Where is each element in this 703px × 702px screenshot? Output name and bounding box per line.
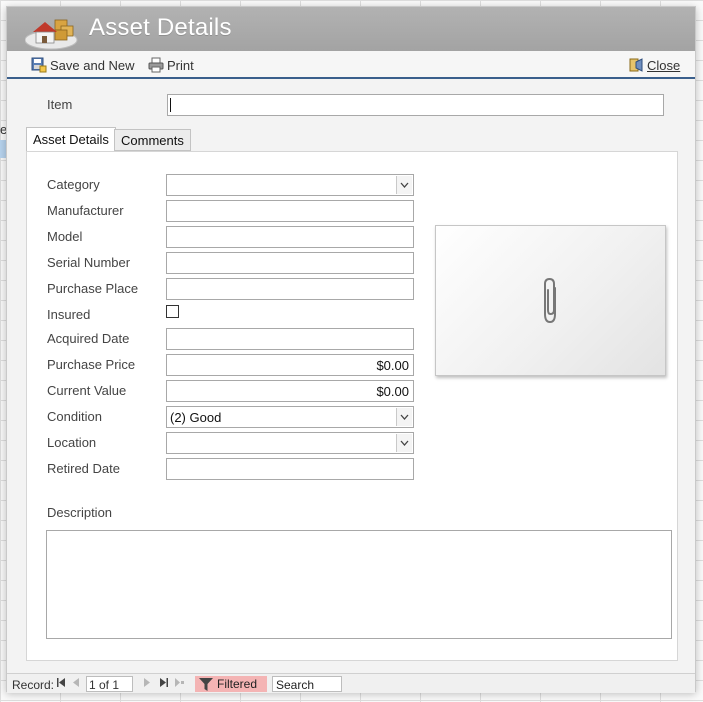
purchase-place-input[interactable] [166,278,414,300]
condition-label: Condition [47,409,102,424]
close-label: Close [647,57,681,73]
description-textarea[interactable] [46,530,672,639]
filtered-toggle[interactable]: Filtered [195,676,267,692]
location-label: Location [47,435,97,450]
window-title: Asset Details [89,14,232,41]
previous-record-icon[interactable] [73,678,79,689]
close-door-icon [628,57,644,73]
category-label: Category [47,177,100,192]
insured-checkbox[interactable] [166,305,179,318]
chevron-down-icon[interactable] [396,434,412,452]
record-position-field[interactable]: 1 of 1 [86,676,133,692]
item-input[interactable] [167,94,664,116]
serial-number-label: Serial Number [47,255,131,270]
print-label: Print [167,57,194,73]
chevron-down-icon[interactable] [396,408,412,426]
filter-funnel-icon [199,677,213,691]
paperclip-icon [540,276,562,329]
insured-label: Insured [47,307,91,322]
printer-icon [148,57,164,73]
chevron-down-icon[interactable] [396,176,412,194]
print-button[interactable]: Print [148,56,194,74]
title-bar: Asset Details [7,7,695,51]
acquired-date-input[interactable] [166,328,414,350]
toolbar: Save and New Print Close [7,51,695,79]
current-value-label: Current Value [47,383,127,398]
condition-combo[interactable]: (2) Good [166,406,414,428]
tab-comments[interactable]: Comments [114,129,191,151]
manufacturer-input[interactable] [166,200,414,222]
retired-date-label: Retired Date [47,461,120,476]
record-navigation-bar: Record: 1 of 1 Filtered Search [7,673,695,693]
purchase-price-input[interactable]: $0.00 [166,354,414,376]
model-label: Model [47,229,83,244]
asset-details-dialog: Asset Details Save and New Print Close I… [6,6,696,693]
serial-number-input[interactable] [166,252,414,274]
house-boxes-icon [24,12,83,50]
last-record-icon[interactable] [160,678,168,689]
filtered-label: Filtered [217,677,258,691]
save-and-new-label: Save and New [50,57,135,73]
search-input[interactable]: Search [272,676,342,692]
current-value-input[interactable]: $0.00 [166,380,414,402]
acquired-date-label: Acquired Date [47,331,130,346]
description-label: Description [47,505,113,520]
model-input[interactable] [166,226,414,248]
new-record-icon[interactable] [175,678,184,689]
category-combo[interactable] [166,174,414,196]
retired-date-input[interactable] [166,458,414,480]
text-cursor [170,98,171,112]
next-record-icon[interactable] [144,678,150,689]
close-button[interactable]: Close [628,56,680,74]
location-combo[interactable] [166,432,414,454]
tab-asset-details[interactable]: Asset Details [26,127,116,152]
condition-value: (2) Good [170,410,222,425]
purchase-price-label: Purchase Price [47,357,136,372]
attachment-control[interactable] [435,225,666,376]
first-record-icon[interactable] [57,678,65,689]
record-label: Record: [12,677,55,692]
save-and-new-button[interactable]: Save and New [31,56,135,74]
save-new-icon [31,57,47,73]
manufacturer-label: Manufacturer [47,203,124,218]
purchase-place-label: Purchase Place [47,281,139,296]
item-label: Item [47,97,73,112]
